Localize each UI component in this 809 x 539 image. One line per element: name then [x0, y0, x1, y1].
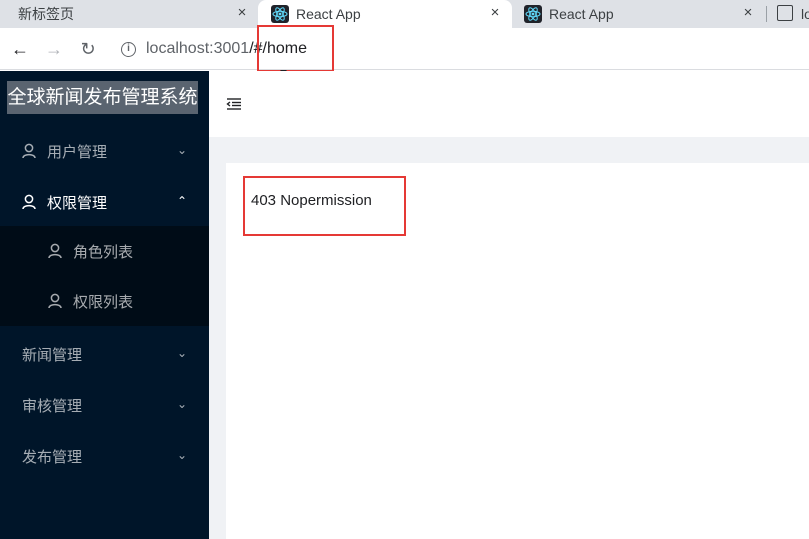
submenu-item-label: 角色列表 — [73, 243, 134, 261]
submenu-item-label: 权限列表 — [73, 293, 134, 311]
submenu-item-role-list[interactable]: 角色列表 — [0, 226, 209, 276]
browser-tab-strip: 新标签页 × React App × React App × lo — [0, 0, 809, 28]
sidebar-item-publish-management[interactable]: 发布管理 ⌄ — [0, 431, 209, 481]
url-host: localhost:3001 — [146, 40, 250, 57]
sidebar-item-label: 用户管理 — [47, 143, 108, 161]
sidebar-item-permission-management[interactable]: 权限管理 ⌃ — [0, 177, 209, 227]
tab-title: 新标签页 — [18, 6, 74, 22]
chevron-down-icon: ⌄ — [177, 346, 188, 360]
sidebar-item-news-management[interactable]: 新闻管理 ⌄ — [0, 329, 209, 379]
tab-title: React App — [549, 6, 614, 22]
sidebar-item-label: 审核管理 — [22, 397, 83, 415]
browser-toolbar: ← → ↻ i localhost:3001/#/home — [0, 28, 809, 70]
menu-fold-icon[interactable] — [226, 97, 242, 111]
app-header — [209, 71, 809, 137]
user-icon — [48, 243, 62, 259]
annotation-highlight-message — [243, 176, 406, 236]
user-icon — [22, 194, 36, 210]
close-icon[interactable]: × — [486, 4, 504, 22]
tab-partial[interactable]: lo — [766, 0, 809, 28]
submenu-item-permission-list[interactable]: 权限列表 — [0, 276, 209, 326]
forward-arrow-icon[interactable]: → — [42, 37, 66, 61]
user-icon — [48, 293, 62, 309]
sidebar-item-user-management[interactable]: 用户管理 ⌄ — [0, 126, 209, 176]
tab-react-app-active[interactable]: React App × — [258, 0, 512, 28]
close-icon[interactable]: × — [739, 4, 757, 22]
tab-title: React App — [296, 6, 361, 22]
info-icon[interactable]: i — [121, 42, 136, 57]
close-icon[interactable]: × — [233, 4, 251, 22]
chevron-down-icon: ⌄ — [177, 397, 188, 411]
submenu-permission: 角色列表 权限列表 — [0, 226, 209, 326]
sidebar-item-label: 新闻管理 — [22, 346, 83, 364]
sidebar: 全球新闻发布管理系统 用户管理 ⌄ 权限管理 ⌃ 角色列表 权限列表 新闻管理 … — [0, 71, 209, 539]
tab-react-app[interactable]: React App × — [512, 0, 766, 28]
annotation-highlight-url — [257, 25, 334, 72]
react-logo-icon — [524, 5, 542, 23]
tab-new-tab[interactable]: 新标签页 × — [0, 0, 258, 28]
app-logo-title: 全球新闻发布管理系统 — [7, 81, 198, 114]
react-logo-icon — [271, 5, 289, 23]
user-icon — [22, 143, 36, 159]
sidebar-item-label: 权限管理 — [47, 194, 108, 212]
tab-title: lo — [801, 6, 809, 22]
sidebar-item-label: 发布管理 — [22, 448, 83, 466]
chevron-down-icon: ⌄ — [177, 448, 188, 462]
back-arrow-icon[interactable]: ← — [8, 37, 32, 61]
chevron-up-icon: ⌃ — [177, 194, 188, 208]
reload-icon[interactable]: ↻ — [76, 37, 100, 61]
sidebar-item-audit-management[interactable]: 审核管理 ⌄ — [0, 380, 209, 430]
chevron-down-icon: ⌄ — [177, 143, 188, 157]
